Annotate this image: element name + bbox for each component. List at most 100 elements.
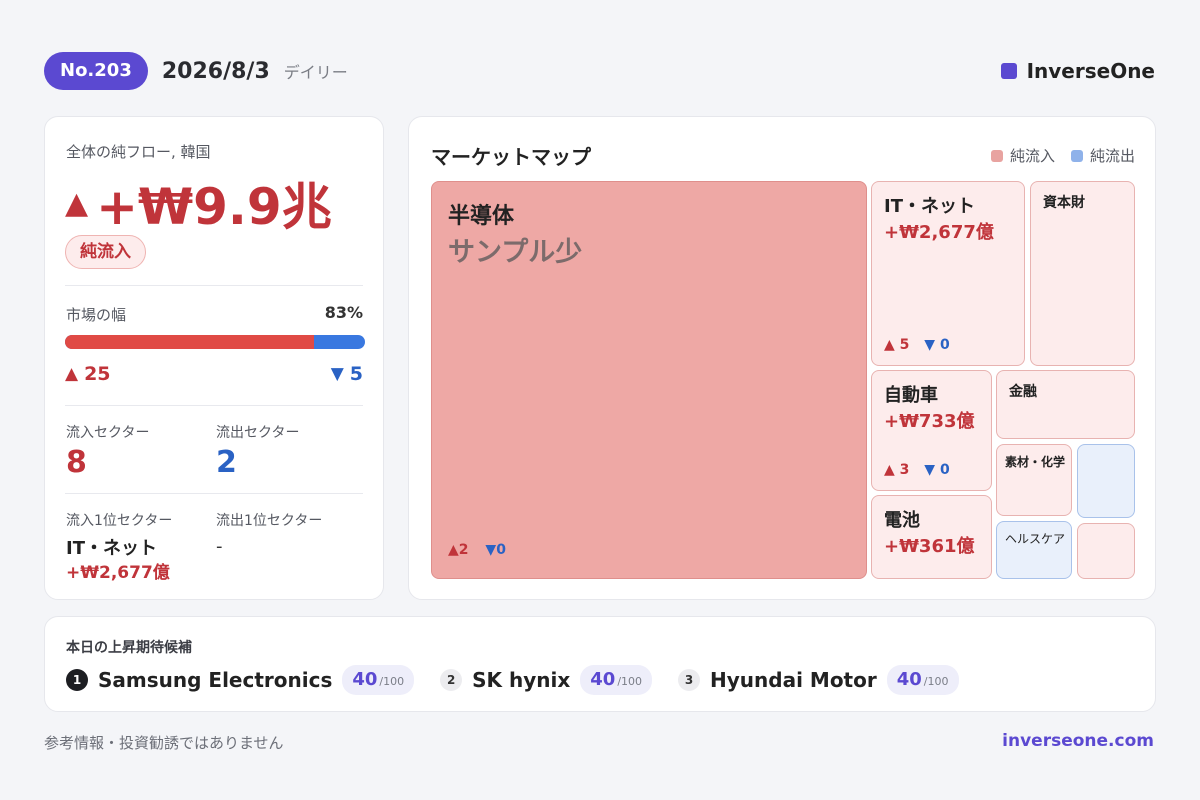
tile-name: 自動車 bbox=[884, 385, 938, 406]
tile-counts: ▲2 ▼0 bbox=[448, 542, 506, 558]
site-link[interactable]: inverseone.com bbox=[1002, 731, 1154, 751]
breadth-bar bbox=[65, 335, 365, 349]
up-count: ▲ 25 bbox=[65, 363, 111, 385]
legend-outflow-swatch bbox=[1070, 149, 1083, 162]
tile-healthcare[interactable]: ヘルスケア bbox=[996, 521, 1072, 579]
candidate-item[interactable]: 2 SK hynix 40/100 bbox=[440, 665, 653, 695]
down-count: ▼ 5 bbox=[331, 363, 363, 385]
outflow-sectors-count: 2 bbox=[216, 445, 237, 480]
score-denominator: /100 bbox=[923, 675, 949, 688]
candidate-name: SK hynix bbox=[472, 668, 571, 692]
outflow-sectors-label: 流出セクター bbox=[216, 425, 300, 441]
legend-outflow-label: 純流出 bbox=[1089, 147, 1135, 165]
tile-it-net[interactable]: IT・ネット +₩2,677億 ▲ 5 ▼ 0 bbox=[871, 181, 1025, 366]
top-inflow-label: 流入1位セクター bbox=[66, 513, 173, 529]
score-badge: 40/100 bbox=[342, 665, 415, 695]
rank-badge: 2 bbox=[440, 669, 463, 691]
market-map-card: マーケットマップ 純流入 純流出 半導体 サンプル少 ▲2 ▼0 IT・ネット … bbox=[408, 116, 1156, 600]
score-value: 40 bbox=[352, 669, 378, 690]
down-triangle-icon: ▼ bbox=[924, 337, 936, 353]
score-denominator: /100 bbox=[379, 675, 405, 688]
up-triangle-icon: ▲ bbox=[448, 542, 459, 558]
tile-finance[interactable]: 金融 bbox=[996, 370, 1135, 439]
rank-badge: 1 bbox=[66, 669, 88, 691]
market-map-legend: 純流入 純流出 bbox=[975, 145, 1135, 166]
tile-name: 半導体 bbox=[448, 204, 515, 229]
tile-counts: ▲ 5 ▼ 0 bbox=[884, 337, 950, 353]
score-denominator: /100 bbox=[617, 675, 643, 688]
down-triangle-icon: ▼ bbox=[330, 364, 344, 384]
candidate-item[interactable]: 1 Samsung Electronics 40/100 bbox=[66, 665, 415, 695]
tile-value: +₩733億 bbox=[884, 411, 975, 432]
breadth-percent: 83% bbox=[324, 303, 363, 322]
tile-battery[interactable]: 電池 +₩361億 bbox=[871, 495, 992, 579]
flow-label: 全体の純フロー, 韓国 bbox=[66, 143, 211, 161]
brand-logo-icon bbox=[1000, 63, 1017, 79]
breadth-bar-up-fill bbox=[65, 335, 314, 349]
legend-inflow-swatch bbox=[990, 149, 1003, 162]
tile-value: +₩361億 bbox=[884, 536, 975, 557]
tile-name: 素材・化学 bbox=[1005, 455, 1066, 469]
brand[interactable]: InverseOne bbox=[1000, 59, 1155, 83]
report-kind: デイリー bbox=[283, 63, 348, 82]
net-flow-value: ▲ +₩9.9兆 bbox=[65, 167, 332, 239]
tile-name: 電池 bbox=[884, 510, 920, 531]
down-count-value: 5 bbox=[349, 363, 363, 385]
candidate-item[interactable]: 3 Hyundai Motor 40/100 bbox=[678, 665, 959, 695]
rank-badge: 3 bbox=[678, 669, 701, 691]
up-triangle-icon: ▲ bbox=[884, 462, 895, 478]
tile-name: 金融 bbox=[1009, 384, 1037, 400]
tile-name: ヘルスケア bbox=[1005, 532, 1066, 546]
up-count-value: 25 bbox=[84, 363, 111, 385]
up-arrow-icon: ▲ bbox=[65, 185, 89, 221]
tile-up-count: 5 bbox=[899, 337, 910, 353]
tile-name: 資本財 bbox=[1043, 195, 1085, 211]
tile-automobiles[interactable]: 自動車 +₩733億 ▲ 3 ▼ 0 bbox=[871, 370, 992, 491]
market-map-title: マーケットマップ bbox=[431, 145, 591, 169]
down-triangle-icon: ▼ bbox=[924, 462, 936, 478]
inflow-sectors-label: 流入セクター bbox=[66, 425, 150, 441]
candidates-title: 本日の上昇期待候補 bbox=[66, 640, 192, 656]
tile-down-count: 0 bbox=[939, 337, 950, 353]
top-inflow-value: +₩2,677億 bbox=[66, 563, 170, 583]
tile-capital-goods[interactable]: 資本財 bbox=[1030, 181, 1135, 366]
tile-value: +₩2,677億 bbox=[884, 222, 994, 243]
legend-inflow-label: 純流入 bbox=[1009, 147, 1055, 165]
header: No.203 2026/8/3 デイリー InverseOne bbox=[44, 51, 1155, 91]
score-value: 40 bbox=[590, 669, 616, 690]
report-date: 2026/8/3 bbox=[161, 58, 270, 84]
score-badge: 40/100 bbox=[886, 665, 959, 695]
tile-name: IT・ネット bbox=[884, 196, 975, 217]
up-triangle-icon: ▲ bbox=[884, 337, 895, 353]
disclaimer: 参考情報・投資勧誘ではありません bbox=[44, 734, 284, 752]
tile-down-count: 0 bbox=[939, 462, 950, 478]
candidate-name: Samsung Electronics bbox=[98, 668, 333, 692]
tile-inflow-small[interactable] bbox=[1077, 523, 1135, 579]
tile-up-count: 2 bbox=[458, 542, 469, 558]
inflow-sectors-count: 8 bbox=[66, 445, 87, 480]
brand-name: InverseOne bbox=[1026, 59, 1155, 83]
tile-materials-chemicals[interactable]: 素材・化学 bbox=[996, 444, 1072, 516]
top-outflow-sector: - bbox=[216, 536, 223, 557]
summary-card: 全体の純フロー, 韓国 ▲ +₩9.9兆 純流入 市場の幅 83% ▲ 25 ▼… bbox=[44, 116, 384, 600]
issue-badge: No.203 bbox=[44, 52, 148, 90]
tile-semiconductors[interactable]: 半導体 サンプル少 ▲2 ▼0 bbox=[431, 181, 867, 579]
legend-outflow: 純流出 bbox=[1070, 145, 1135, 166]
legend-inflow: 純流入 bbox=[990, 145, 1055, 166]
top-inflow-sector: IT・ネット bbox=[66, 538, 157, 559]
divider bbox=[65, 285, 363, 286]
candidates-card: 本日の上昇期待候補 1 Samsung Electronics 40/100 2… bbox=[44, 616, 1156, 712]
tile-outflow-small[interactable] bbox=[1077, 444, 1135, 518]
divider bbox=[65, 405, 363, 406]
tile-note: サンプル少 bbox=[448, 237, 583, 268]
up-triangle-icon: ▲ bbox=[65, 364, 79, 384]
breadth-label: 市場の幅 bbox=[66, 306, 127, 324]
candidate-name: Hyundai Motor bbox=[710, 668, 877, 692]
tile-counts: ▲ 3 ▼ 0 bbox=[884, 462, 950, 478]
down-triangle-icon: ▼ bbox=[485, 542, 497, 558]
net-flow-amount: +₩9.9兆 bbox=[96, 178, 332, 236]
score-value: 40 bbox=[896, 669, 922, 690]
divider bbox=[65, 493, 363, 494]
flow-status-badge: 純流入 bbox=[65, 235, 146, 269]
score-badge: 40/100 bbox=[580, 665, 653, 695]
